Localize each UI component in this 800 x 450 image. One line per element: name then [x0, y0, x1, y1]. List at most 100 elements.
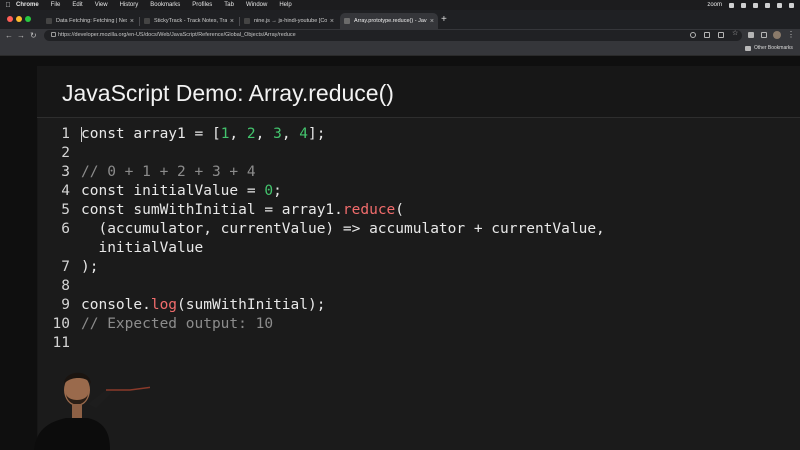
tab-title: StickyTrack - Track Notes, Tra [154, 18, 227, 24]
more-menu-icon[interactable]: ⋮ [787, 29, 795, 41]
forward-icon[interactable]: → [17, 30, 25, 41]
other-bookmarks-link[interactable]: Other Bookmarks [754, 42, 793, 55]
code-number: 3 [273, 126, 282, 142]
mdn-favicon-icon [344, 18, 350, 24]
tab-title: nine.js → js-hindi-youtube [Co [254, 18, 327, 24]
extensions-icon[interactable] [748, 32, 754, 38]
code-text: const sumWithInitial = array1. [81, 202, 343, 218]
code-line[interactable]: const initialValue = 0; [81, 182, 282, 201]
menu-edit[interactable]: Edit [72, 2, 82, 8]
menu-tab[interactable]: Tab [224, 2, 234, 8]
code-method: log [150, 297, 178, 313]
battery-icon[interactable] [753, 2, 758, 8]
close-tab-icon[interactable]: × [230, 18, 234, 25]
code-line[interactable]: ); [81, 258, 98, 277]
line-number: 10 [52, 316, 70, 332]
tab-array-reduce[interactable]: Array.prototype.reduce() - Jav × [340, 13, 438, 29]
line-number: 2 [61, 145, 70, 161]
menu-bar:  Chrome File Edit View History Bookmark… [0, 0, 800, 10]
minimize-window-icon[interactable] [16, 16, 22, 22]
page-title: JavaScript Demo: Array.reduce() [62, 80, 394, 106]
code-text: (sumWithInitial); [177, 297, 326, 313]
code-line[interactable]: initialValue [81, 239, 203, 258]
code-line[interactable]: const sumWithInitial = array1.reduce( [81, 201, 404, 220]
line-number: 3 [61, 164, 70, 180]
line-number: 11 [52, 335, 70, 351]
tab-strip: Data Fetching: Fetching | Next × StickyT… [0, 10, 800, 29]
bookmarks-bar: Other Bookmarks [0, 42, 800, 56]
close-tab-icon[interactable]: × [130, 18, 134, 25]
share-icon[interactable] [718, 32, 724, 38]
menu-app-name[interactable]: Chrome [16, 2, 39, 8]
code-number: 0 [264, 183, 274, 199]
code-text: , [229, 126, 247, 142]
tab-title: Data Fetching: Fetching | Next [56, 18, 127, 24]
tab-stickytrack[interactable]: StickyTrack - Track Notes, Tra × [140, 13, 238, 29]
code-line[interactable]: // Expected output: 10 [81, 315, 273, 334]
code-text: , [255, 126, 274, 142]
menu-file[interactable]: File [51, 2, 61, 8]
menu-history[interactable]: History [120, 2, 139, 8]
bookmark-star-icon[interactable]: ☆ [732, 30, 738, 37]
code-text: initialValue [81, 240, 204, 256]
stickytrack-favicon-icon [144, 18, 150, 24]
code-text: , [281, 126, 300, 142]
code-text: const initialValue = [81, 183, 265, 199]
site-info-icon[interactable] [51, 32, 56, 37]
url-text[interactable]: https://developer.mozilla.org/en-US/docs… [58, 30, 296, 41]
tab-data-fetching[interactable]: Data Fetching: Fetching | Next × [42, 13, 138, 29]
menu-profiles[interactable]: Profiles [192, 2, 212, 8]
close-tab-icon[interactable]: × [330, 18, 334, 25]
zoom-status-label[interactable]: zoom [707, 2, 722, 8]
github-favicon-icon [244, 18, 250, 24]
profile-avatar[interactable] [773, 31, 781, 39]
nextjs-favicon-icon [46, 18, 52, 24]
code-text: console. [81, 297, 151, 313]
code-method: reduce [342, 202, 396, 218]
line-number: 8 [61, 278, 70, 294]
code-number: 2 [246, 126, 256, 142]
browser-toolbar: ← → ↻ https://developer.mozilla.org/en-U… [0, 29, 800, 42]
folder-icon [745, 46, 751, 51]
search-icon[interactable] [777, 2, 782, 8]
code-text: ; [273, 183, 282, 199]
line-number: 9 [61, 297, 70, 313]
code-text: (accumulator, currentValue) => accumulat… [81, 221, 605, 237]
code-number: 4 [299, 126, 309, 142]
code-line[interactable]: // 0 + 1 + 2 + 3 + 4 [81, 163, 256, 182]
tab-github-repo[interactable]: nine.js → js-hindi-youtube [Co × [240, 13, 338, 29]
reload-icon[interactable]: ↻ [30, 30, 37, 41]
menu-bookmarks[interactable]: Bookmarks [150, 2, 180, 8]
text-cursor [81, 127, 82, 142]
webcam-presenter-image [34, 372, 150, 450]
close-tab-icon[interactable]: × [430, 18, 434, 25]
close-window-icon[interactable] [7, 16, 13, 22]
tab-title: Array.prototype.reduce() - Jav [354, 18, 427, 24]
menu-help[interactable]: Help [279, 2, 291, 8]
address-bar[interactable]: https://developer.mozilla.org/en-US/docs… [44, 30, 742, 41]
back-icon[interactable]: ← [5, 30, 13, 41]
wifi-icon[interactable] [765, 2, 770, 8]
menu-view[interactable]: View [95, 2, 108, 8]
control-center-icon[interactable] [789, 2, 794, 8]
side-panel-icon[interactable] [761, 32, 767, 38]
code-comment: // 0 + 1 + 2 + 3 + 4 [81, 164, 256, 180]
screen-record-icon[interactable] [729, 2, 734, 8]
install-app-icon[interactable] [704, 32, 710, 38]
code-line[interactable]: (accumulator, currentValue) => accumulat… [81, 220, 605, 239]
code-text: ]; [308, 126, 326, 142]
new-tab-icon[interactable]: + [441, 15, 447, 25]
apple-icon[interactable]:  [0, 2, 16, 9]
code-line[interactable]: const array1 = [1, 2, 3, 4]; [81, 125, 326, 144]
menu-window[interactable]: Window [246, 2, 267, 8]
line-number: 6 [61, 221, 70, 237]
code-text: ); [81, 259, 99, 275]
line-number: 7 [61, 259, 70, 275]
extension-menu-icon[interactable] [741, 2, 746, 8]
line-number: 5 [61, 202, 70, 218]
code-text: const array1 = [ [81, 126, 221, 142]
google-lens-icon[interactable] [690, 32, 696, 38]
line-number: 1 [61, 126, 70, 142]
code-line[interactable]: console.log(sumWithInitial); [81, 296, 325, 315]
zoom-window-icon[interactable] [25, 16, 31, 22]
